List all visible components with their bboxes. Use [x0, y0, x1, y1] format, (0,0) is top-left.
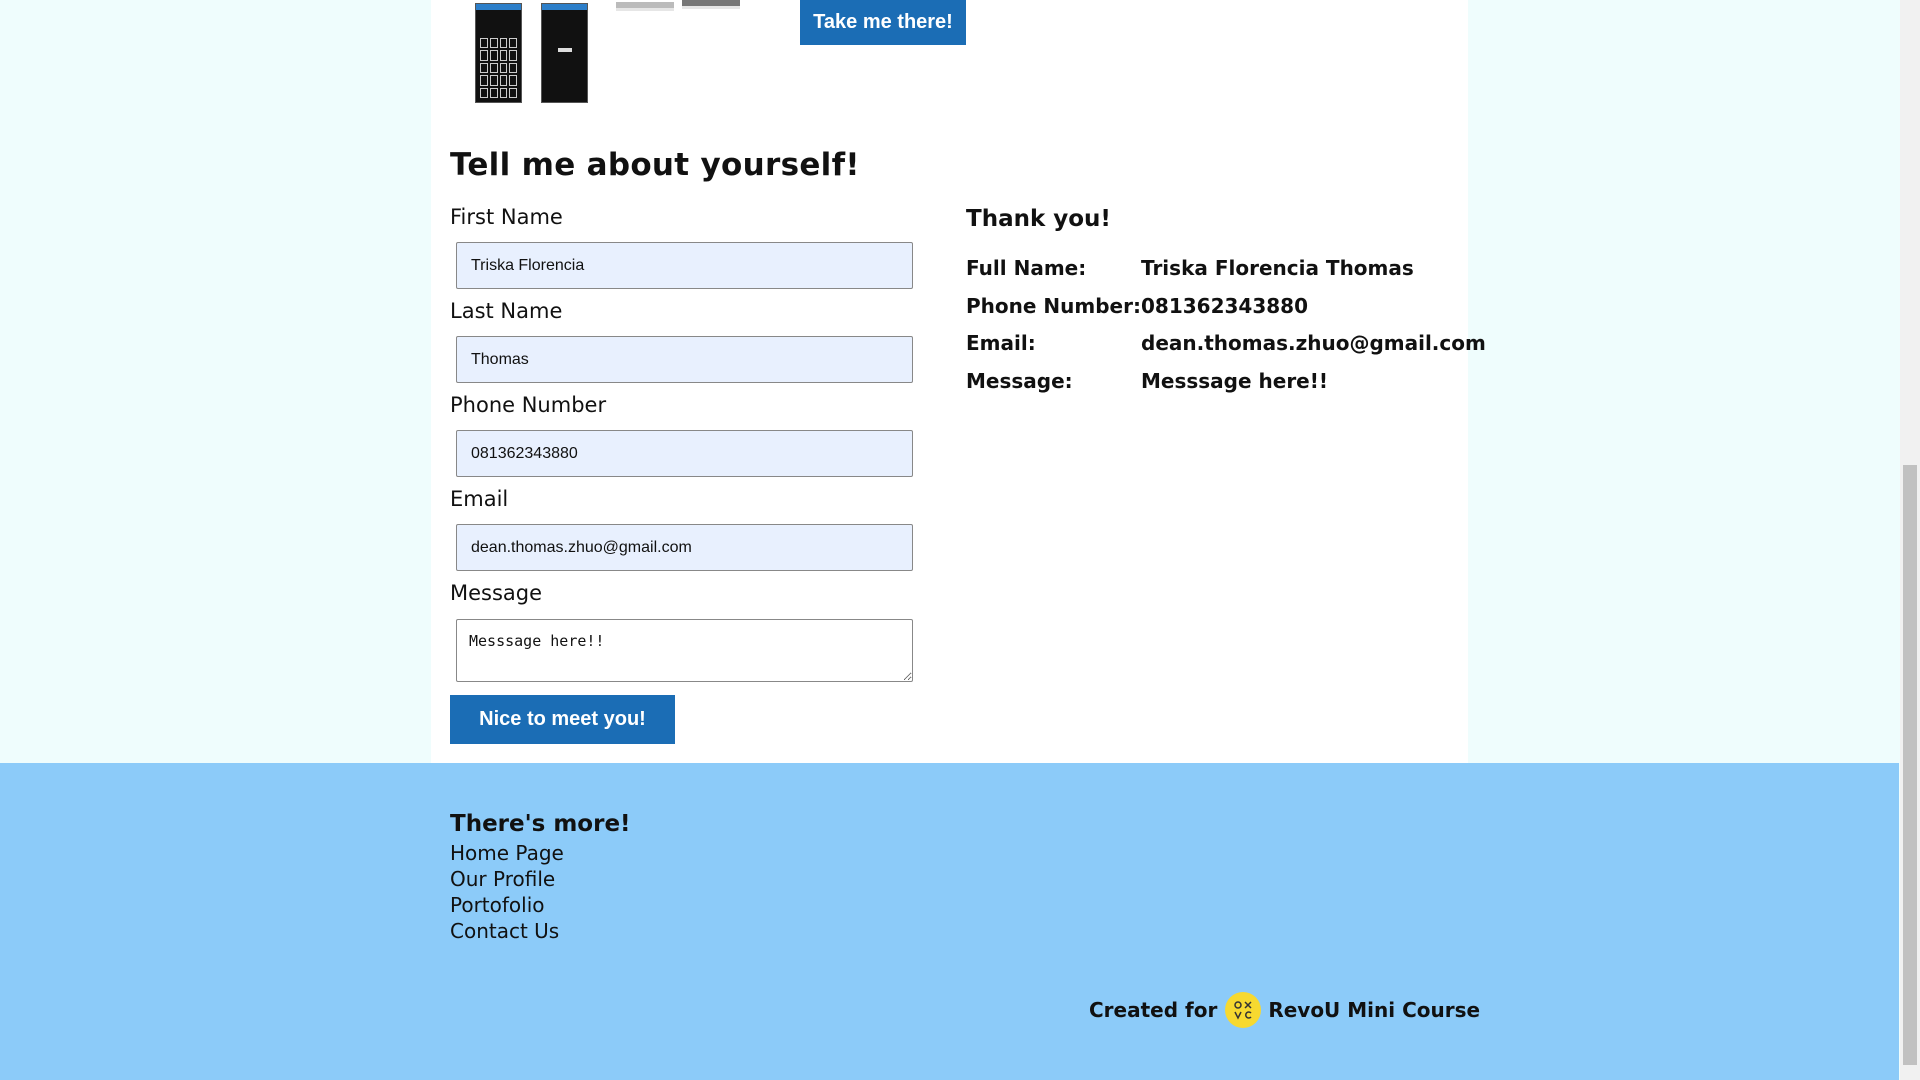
result-key: Full Name:	[966, 256, 1087, 280]
result-title: Thank you!	[966, 206, 1111, 232]
footer-link-profile[interactable]: Our Profile	[450, 867, 555, 891]
portfolio-thumbnail-app[interactable]	[541, 3, 588, 103]
message-textarea[interactable]: Messsage here!!	[456, 619, 913, 682]
result-value: Messsage here!!	[1141, 369, 1328, 393]
first-name-label: First Name	[450, 205, 563, 229]
result-value: 081362343880	[1141, 294, 1308, 318]
credit-prefix: Created for	[1089, 998, 1218, 1022]
portfolio-thumbnail-strip[interactable]	[682, 0, 740, 9]
result-value: Triska Florencia Thomas	[1141, 256, 1414, 280]
footer-link-portfolio[interactable]: Portofolio	[450, 893, 545, 917]
submit-button[interactable]: Nice to meet you!	[450, 695, 675, 744]
message-label: Message	[450, 581, 543, 605]
credit-suffix: RevoU Mini Course	[1268, 998, 1481, 1022]
email-label: Email	[450, 487, 509, 511]
revou-logo-icon	[1225, 992, 1262, 1028]
phone-label: Phone Number	[450, 393, 607, 417]
footer-link-contact[interactable]: Contact Us	[450, 919, 559, 943]
last-name-label: Last Name	[450, 299, 563, 323]
result-key: Email:	[966, 331, 1036, 355]
result-key: Phone Number:	[966, 294, 1141, 318]
result-value: dean.thomas.zhuo@gmail.com	[1141, 331, 1486, 355]
footer-link-home[interactable]: Home Page	[450, 841, 564, 865]
last-name-input[interactable]	[456, 336, 913, 383]
credit: Created for RevoU Mini Course	[0, 990, 1899, 1030]
take-me-there-button[interactable]: Take me there!	[800, 0, 966, 45]
result-key: Message:	[966, 369, 1073, 393]
phone-input[interactable]	[456, 430, 913, 477]
portfolio-thumbnail-strip[interactable]	[616, 2, 674, 11]
form-title: Tell me about yourself!	[450, 147, 860, 183]
email-input[interactable]	[456, 524, 913, 571]
footer-title: There's more!	[450, 811, 631, 837]
scrollbar-thumb[interactable]	[1903, 465, 1917, 1065]
page-scrollbar[interactable]	[1900, 0, 1920, 1080]
portfolio-thumbnail-calculator[interactable]	[475, 3, 522, 103]
footer: There's more! Home Page Our Profile Port…	[0, 763, 1899, 1080]
first-name-input[interactable]	[456, 242, 913, 289]
